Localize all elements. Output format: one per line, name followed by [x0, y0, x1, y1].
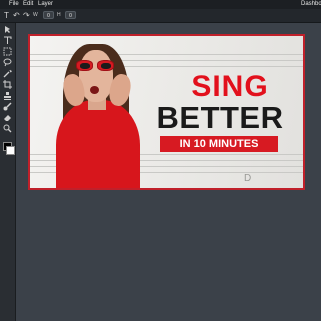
brush-tool-icon[interactable]	[3, 102, 12, 111]
menu-edit[interactable]: Edit	[23, 0, 33, 9]
menu-bar: File Edit Layer Dashboard	[0, 0, 321, 9]
stamp-tool-icon[interactable]	[3, 91, 12, 100]
width-label: W	[33, 12, 38, 18]
zoom-tool-icon[interactable]	[3, 124, 12, 133]
lasso-tool-icon[interactable]	[3, 58, 12, 67]
design-canvas[interactable]: D SING BETTER IN 10 MINUTES	[28, 34, 305, 190]
text-tool-icon[interactable]: T	[4, 10, 9, 21]
undo-icon[interactable]: ↶	[13, 10, 20, 21]
top-toolbar: T ↶ ↷ W 0 H 0	[0, 9, 321, 23]
height-label: H	[57, 12, 61, 18]
menu-layer[interactable]: Layer	[38, 0, 53, 9]
tools-sidebar	[0, 23, 16, 321]
red-sunglasses	[76, 60, 116, 72]
move-tool-icon[interactable]	[3, 25, 12, 34]
menu-file[interactable]: File	[9, 0, 19, 9]
magic-wand-icon[interactable]	[3, 69, 12, 78]
eraser-tool-icon[interactable]	[3, 113, 12, 122]
staff-line	[30, 54, 303, 55]
background-color-swatch[interactable]	[6, 146, 15, 155]
text-tool-sidebar-icon[interactable]	[3, 36, 12, 45]
height-input[interactable]: 0	[65, 11, 76, 19]
headline-better: BETTER	[156, 100, 284, 135]
woman-mouth	[90, 86, 99, 94]
width-input[interactable]: 0	[43, 11, 54, 19]
headline-sing: SING	[191, 70, 269, 103]
crop-tool-icon[interactable]	[3, 80, 12, 89]
redo-icon[interactable]: ↷	[23, 10, 30, 21]
select-tool-icon[interactable]	[3, 47, 12, 56]
menu-dashboard[interactable]: Dashboard	[301, 0, 321, 9]
woman-red-top	[56, 100, 140, 188]
sheet-music-letter: D	[244, 173, 252, 184]
tagline-banner: IN 10 MINUTES	[160, 136, 278, 152]
